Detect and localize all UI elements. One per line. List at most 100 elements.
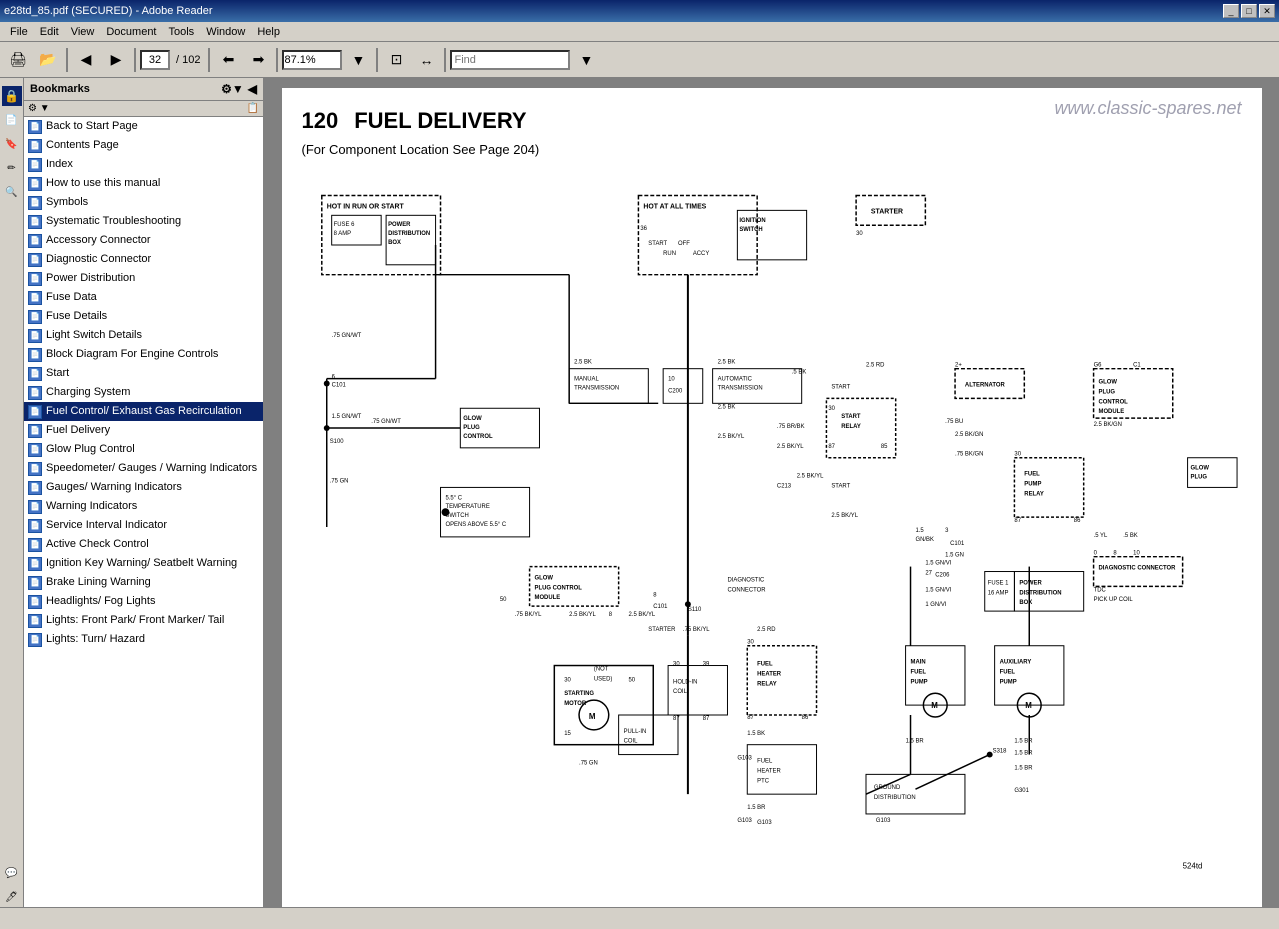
find-dropdown-button[interactable]: ▼: [572, 46, 600, 74]
sidebar-item-charging[interactable]: 📄Charging System: [24, 383, 263, 402]
svg-text:PLUG: PLUG: [463, 425, 480, 431]
svg-text:TRANSMISSION: TRANSMISSION: [574, 385, 619, 391]
sidebar-item-lights-turn[interactable]: 📄Lights: Turn/ Hazard: [24, 630, 263, 649]
title-bar-buttons[interactable]: _ □ ✕: [1223, 4, 1275, 18]
bookmark-icon-start: 📄: [28, 367, 42, 381]
forward-button[interactable]: ▶: [102, 46, 130, 74]
bookmark-label-fuse-details: Fuse Details: [46, 309, 259, 323]
sidebar-item-fuse-details[interactable]: 📄 Fuse Details: [24, 307, 263, 326]
sidebar-item-speedometer[interactable]: 📄Speedometer/ Gauges / Warning Indicator…: [24, 459, 263, 478]
sidebar-item-start[interactable]: 📄Start: [24, 364, 263, 383]
sidebar-item-service-interval[interactable]: 📄Service Interval Indicator: [24, 516, 263, 535]
zoom-input[interactable]: [282, 50, 342, 70]
open-button[interactable]: 📂: [34, 46, 62, 74]
menu-document[interactable]: Document: [100, 24, 162, 40]
nav-icon-comment[interactable]: 💬: [2, 863, 22, 883]
bookmark-label-brake-lining: Brake Lining Warning: [46, 575, 259, 589]
svg-text:15: 15: [564, 731, 571, 737]
sidebar-item-symbols[interactable]: 📄Symbols: [24, 193, 263, 212]
sidebar-settings-button[interactable]: ⚙▼: [221, 82, 244, 96]
sidebar-item-active-check[interactable]: 📄Active Check Control: [24, 535, 263, 554]
svg-text:CONNECTOR: CONNECTOR: [727, 587, 765, 593]
sidebar-item-power-dist[interactable]: 📄Power Distribution: [24, 269, 263, 288]
sidebar-item-fuel-control[interactable]: 📄Fuel Control/ Exhaust Gas Recirculation: [24, 402, 263, 421]
page-number-input[interactable]: [140, 50, 170, 70]
svg-text:STARTING: STARTING: [564, 691, 594, 697]
svg-text:DIAGNOSTIC: DIAGNOSTIC: [727, 577, 765, 583]
bookmark-icon-systematic: 📄: [28, 215, 42, 229]
svg-text:.5 BK: .5 BK: [791, 370, 806, 376]
svg-text:POWER: POWER: [388, 222, 411, 228]
nav-icon-page[interactable]: 📄: [2, 110, 22, 130]
menu-help[interactable]: Help: [251, 24, 286, 40]
menu-edit[interactable]: Edit: [34, 24, 65, 40]
zoom-dropdown-button[interactable]: ▼: [344, 46, 372, 74]
svg-text:1.5: 1.5: [915, 528, 924, 534]
menu-window[interactable]: Window: [200, 24, 251, 40]
sidebar-item-systematic[interactable]: 📄Systematic Troubleshooting: [24, 212, 263, 231]
toolbar-sep-3: [208, 48, 210, 72]
sidebar-item-how-to-use[interactable]: 📄How to use this manual: [24, 174, 263, 193]
toolbar-sep-2: [134, 48, 136, 72]
sidebar-item-fuse-data[interactable]: 📄Fuse Data: [24, 288, 263, 307]
svg-text:CONTROL: CONTROL: [1098, 399, 1128, 405]
bookmark-label-fuse-data: Fuse Data: [46, 290, 259, 304]
sidebar-item-headlights[interactable]: 📄Headlights/ Fog Lights: [24, 592, 263, 611]
svg-text:C101: C101: [950, 541, 964, 547]
sidebar-item-warning-ind[interactable]: 📄Warning Indicators: [24, 497, 263, 516]
sidebar-item-lights-front[interactable]: 📄Lights: Front Park/ Front Marker/ Tail: [24, 611, 263, 630]
bookmark-icon-light-switch: 📄: [28, 329, 42, 343]
nav-icon-pencil[interactable]: ✏: [2, 158, 22, 178]
find-input[interactable]: [450, 50, 570, 70]
svg-text:39: 39: [702, 662, 709, 668]
sidebar-item-glow-plug[interactable]: 📄Glow Plug Control: [24, 440, 263, 459]
nav-icon-bookmark[interactable]: 🔖: [2, 134, 22, 154]
bookmark-icon-diagnostic: 📄: [28, 253, 42, 267]
back-button[interactable]: ◀: [72, 46, 100, 74]
svg-text:BOX: BOX: [1019, 600, 1032, 606]
next-page-button[interactable]: ➡: [244, 46, 272, 74]
svg-text:30: 30: [747, 640, 754, 646]
sidebar-item-block-diagram[interactable]: 📄Block Diagram For Engine Controls: [24, 345, 263, 364]
nav-icon-lock[interactable]: 🔒: [2, 86, 22, 106]
svg-text:BOX: BOX: [388, 240, 401, 246]
nav-icon-search[interactable]: 🔍: [2, 182, 22, 202]
svg-text:GLOW: GLOW: [1190, 466, 1209, 472]
sidebar-item-contents[interactable]: 📄Contents Page: [24, 136, 263, 155]
close-button[interactable]: ✕: [1259, 4, 1275, 18]
menu-view[interactable]: View: [65, 24, 101, 40]
maximize-button[interactable]: □: [1241, 4, 1257, 18]
svg-text:SWITCH: SWITCH: [739, 227, 762, 233]
nav-icon-pen[interactable]: 🖊: [2, 887, 22, 907]
svg-text:(NOT: (NOT: [593, 666, 608, 672]
svg-text:10: 10: [668, 377, 675, 383]
bookmark-icon-fuse-details: 📄: [28, 310, 42, 324]
fit-width-button[interactable]: ↔: [412, 46, 440, 74]
sidebar-item-gauges-warning[interactable]: 📄Gauges/ Warning Indicators: [24, 478, 263, 497]
menu-tools[interactable]: Tools: [163, 24, 201, 40]
sidebar-item-diagnostic[interactable]: 📄Diagnostic Connector: [24, 250, 263, 269]
fit-page-button[interactable]: ⊡: [382, 46, 410, 74]
svg-text:86: 86: [801, 715, 808, 721]
sidebar-item-back-to-start[interactable]: 📄Back to Start Page: [24, 117, 263, 136]
svg-text:PICK UP COIL: PICK UP COIL: [1093, 597, 1133, 603]
svg-text:1.5 GN: 1.5 GN: [945, 553, 964, 559]
minimize-button[interactable]: _: [1223, 4, 1239, 18]
sidebar-item-light-switch[interactable]: 📄Light Switch Details: [24, 326, 263, 345]
sidebar-options-button[interactable]: ⚙ ▼: [28, 103, 50, 114]
sidebar-view-button[interactable]: 📋: [247, 103, 259, 114]
sidebar-item-ignition-key[interactable]: 📄Ignition Key Warning/ Seatbelt Warning: [24, 554, 263, 573]
print-button[interactable]: 🖨: [4, 46, 32, 74]
prev-page-button[interactable]: ⬅: [214, 46, 242, 74]
menu-file[interactable]: File: [4, 24, 34, 40]
svg-text:PUMP: PUMP: [999, 679, 1016, 685]
pdf-area[interactable]: www.classic-spares.net 120 FUEL DELIVERY…: [264, 78, 1279, 907]
sidebar-item-brake-lining[interactable]: 📄Brake Lining Warning: [24, 573, 263, 592]
svg-text:30: 30: [828, 406, 835, 412]
svg-text:10: 10: [1133, 551, 1140, 557]
sidebar-collapse-button[interactable]: ◀: [248, 82, 257, 96]
svg-text:G103: G103: [875, 818, 890, 824]
sidebar-item-accessory[interactable]: 📄Accessory Connector: [24, 231, 263, 250]
sidebar-item-index[interactable]: 📄Index: [24, 155, 263, 174]
sidebar-item-fuel-delivery[interactable]: 📄Fuel Delivery: [24, 421, 263, 440]
